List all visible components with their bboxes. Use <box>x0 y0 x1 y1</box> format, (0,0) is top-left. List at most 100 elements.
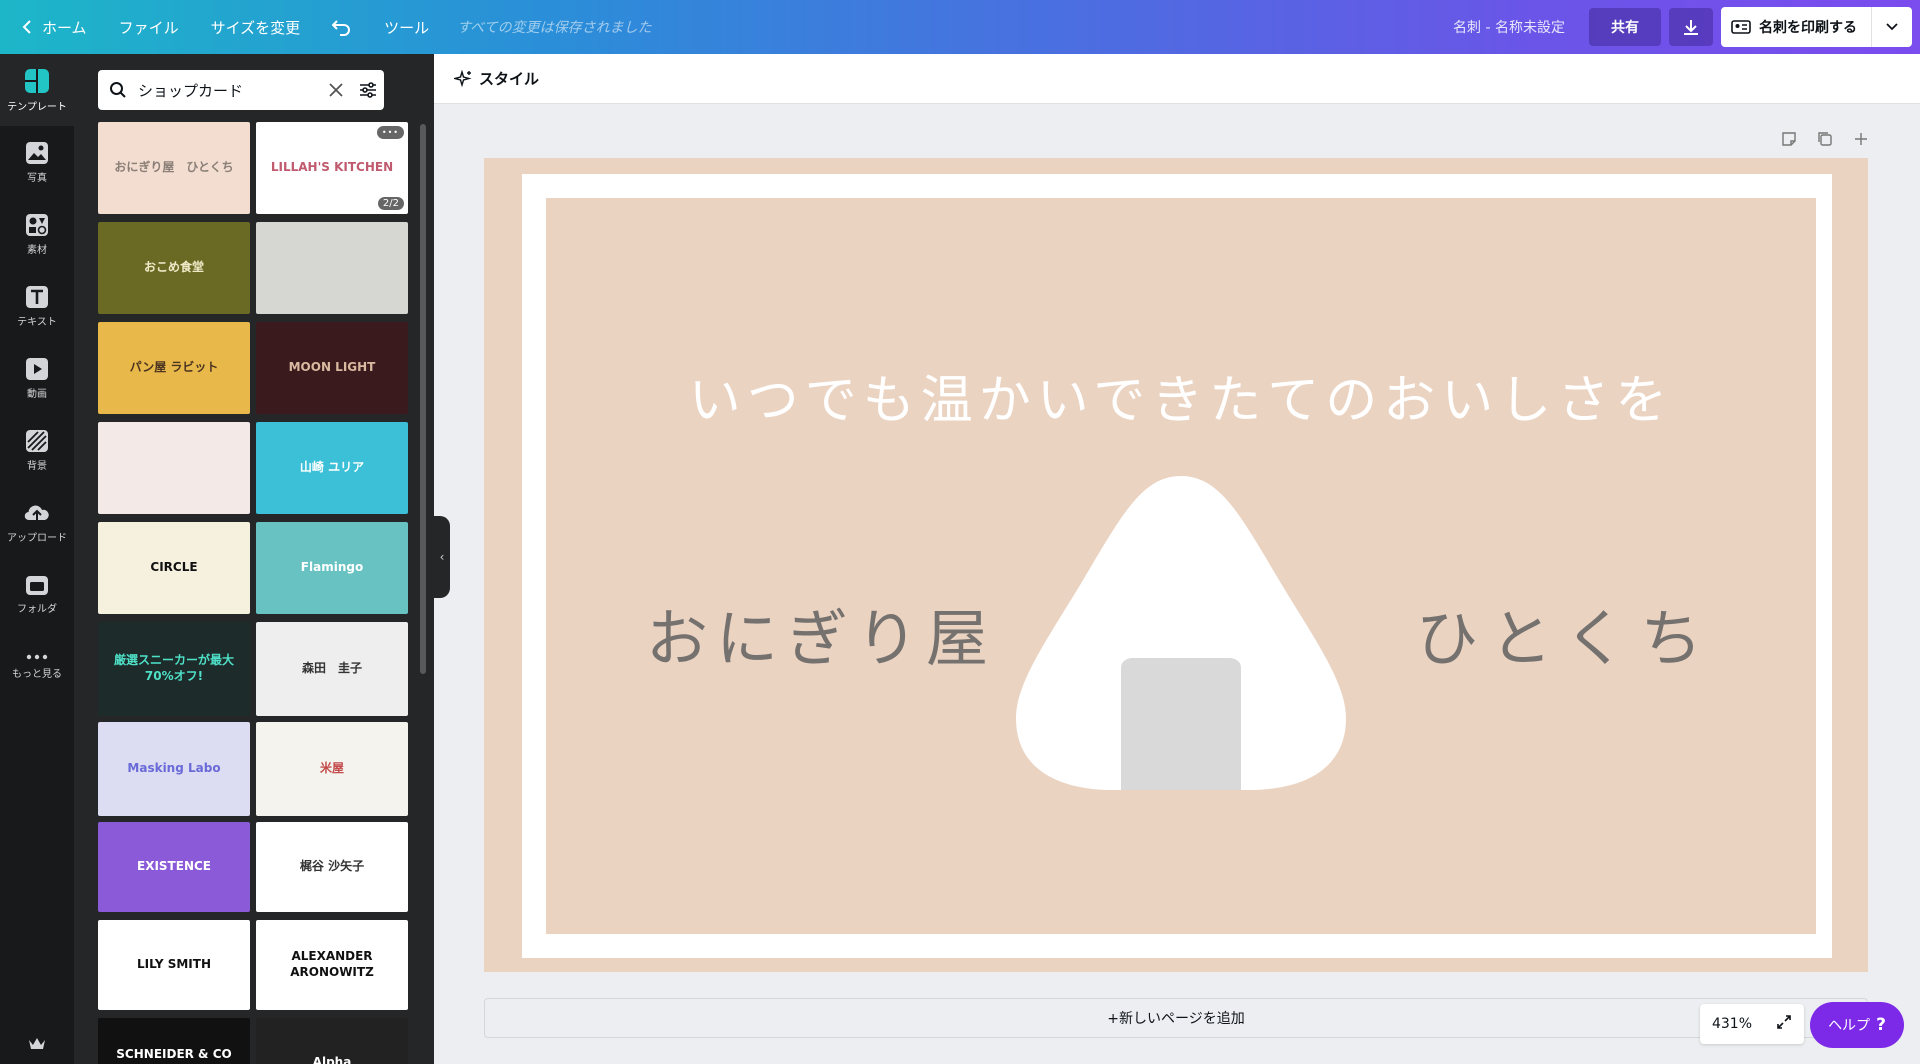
rail-item-video[interactable]: 動画 <box>0 342 74 414</box>
chevron-left-icon: ‹ <box>439 550 445 564</box>
close-icon <box>329 83 343 97</box>
undo-icon <box>332 20 351 36</box>
home-button[interactable]: ホーム <box>0 0 103 54</box>
rail-label: テキスト <box>17 316 57 328</box>
clear-search-button[interactable] <box>320 83 352 97</box>
template-card[interactable]: LILY SMITH <box>98 920 250 1010</box>
template-title: 厳選スニーカーが最大70%オフ! <box>113 653 234 683</box>
template-card[interactable]: Alpha <box>256 1018 408 1064</box>
expand-icon <box>1777 1015 1791 1029</box>
rail-label: アップロード <box>7 532 67 544</box>
elements-icon <box>26 213 48 236</box>
filter-button[interactable] <box>352 82 384 98</box>
rail-item-elements[interactable]: 素材 <box>0 198 74 270</box>
rail-label: 動画 <box>27 388 47 400</box>
template-card[interactable]: LILLAH'S KITCHEN 2/2 ••• <box>256 122 408 214</box>
fullscreen-button[interactable] <box>1776 1014 1792 1034</box>
resize-menu[interactable]: サイズを変更 <box>195 0 317 54</box>
template-card[interactable] <box>256 222 408 314</box>
template-card[interactable]: 梶谷 沙矢子 <box>256 822 408 912</box>
more-options-icon[interactable]: ••• <box>376 126 404 139</box>
card-background[interactable]: いつでも温かいできたてのおいしさを おにぎり屋 ひとくち <box>546 198 1816 934</box>
shop-name-right[interactable]: ひとくち <box>1416 588 1716 678</box>
print-options-button[interactable] <box>1872 7 1912 47</box>
template-title: EXISTENCE <box>137 859 211 874</box>
download-icon <box>1684 20 1698 35</box>
card-icon <box>1731 20 1751 34</box>
template-title: 森田 圭子 <box>301 661 362 676</box>
template-title: おにぎり屋 ひとくち <box>114 160 234 175</box>
top-bar: ホーム ファイル サイズを変更 ツール すべての変更は保存されました 名刺 - … <box>0 0 1920 54</box>
shop-name-left[interactable]: おにぎり屋 <box>646 588 996 678</box>
upload-icon <box>24 505 49 522</box>
rail-item-photos[interactable]: 写真 <box>0 126 74 198</box>
template-card[interactable]: CIRCLE <box>98 522 250 614</box>
search-input[interactable] <box>138 81 320 99</box>
template-title: LILY SMITH <box>136 957 212 972</box>
template-card[interactable]: おこめ食堂 <box>98 222 250 314</box>
template-card[interactable]: おにぎり屋 ひとくち <box>98 122 250 214</box>
template-card[interactable]: 米屋 <box>256 722 408 816</box>
zoom-control: 431% <box>1700 1004 1804 1044</box>
chevron-down-icon <box>1886 23 1898 31</box>
panel-scrollbar[interactable] <box>420 124 426 674</box>
template-title: Alpha <box>312 1055 352 1064</box>
page-notes-button[interactable] <box>1778 128 1800 150</box>
template-title: Masking Labo <box>127 761 221 776</box>
help-button[interactable]: ヘルプ? <box>1810 1002 1904 1048</box>
tools-menu[interactable]: ツール <box>368 0 445 54</box>
template-card[interactable]: 森田 圭子 <box>256 622 408 716</box>
duplicate-icon <box>1818 132 1832 146</box>
template-card[interactable]: 厳選スニーカーが最大70%オフ! <box>98 622 250 716</box>
template-title: CIRCLE <box>150 560 198 575</box>
tagline-text[interactable]: いつでも温かいできたてのおいしさを <box>546 358 1816 433</box>
white-border[interactable]: いつでも温かいできたてのおいしさを おにぎり屋 ひとくち <box>522 174 1832 958</box>
document-name[interactable]: 名刺 - 名称未設定 <box>1453 17 1565 37</box>
template-card[interactable]: パン屋 ラビット <box>98 322 250 414</box>
collapse-panel-button[interactable]: ‹ <box>434 516 450 598</box>
template-title: MOON LIGHT <box>288 360 376 375</box>
share-button[interactable]: 共有 <box>1589 8 1661 46</box>
design-canvas[interactable]: いつでも温かいできたてのおいしさを おにぎり屋 ひとくち <box>484 158 1868 972</box>
template-title: ALEXANDER ARONOWITZ <box>290 949 374 979</box>
sparkle-icon <box>454 69 472 87</box>
upgrade-button[interactable] <box>0 1036 74 1052</box>
rail-item-folders[interactable]: フォルダ <box>0 558 74 630</box>
rail-label: 写真 <box>27 172 47 184</box>
plus-icon <box>1855 133 1867 145</box>
template-title: パン屋 ラビット <box>129 360 219 375</box>
zoom-level[interactable]: 431% <box>1712 1016 1752 1032</box>
rail-item-text[interactable]: テキスト <box>0 270 74 342</box>
template-card[interactable]: EXISTENCE <box>98 822 250 912</box>
template-card[interactable]: Flamingo <box>256 522 408 614</box>
rail-label: テンプレート <box>7 101 67 113</box>
file-menu[interactable]: ファイル <box>103 0 195 54</box>
rail-item-upload[interactable]: アップロード <box>0 486 74 558</box>
template-title: おこめ食堂 <box>143 260 204 275</box>
save-status: すべての変更は保存されました <box>457 20 652 36</box>
note-icon <box>1782 132 1796 146</box>
add-page-icon-button[interactable] <box>1850 128 1872 150</box>
rail-item-background[interactable]: 背景 <box>0 414 74 486</box>
template-card[interactable]: 山崎 ユリア <box>256 422 408 514</box>
template-title: Flamingo <box>300 560 364 575</box>
duplicate-page-button[interactable] <box>1814 128 1836 150</box>
editor-toolbar: スタイル <box>434 54 1920 104</box>
text-icon <box>26 285 48 308</box>
template-card[interactable] <box>98 422 250 514</box>
chevron-left-icon <box>22 20 31 34</box>
styles-button[interactable]: スタイル <box>454 68 539 89</box>
add-new-page-button[interactable]: +新しいページを追加 <box>484 998 1868 1038</box>
print-business-card-button[interactable]: 名刺を印刷する <box>1721 7 1912 47</box>
template-card[interactable]: Masking Labo <box>98 722 250 816</box>
download-button[interactable] <box>1669 8 1713 46</box>
template-card[interactable]: MOON LIGHT <box>256 322 408 414</box>
rail-item-templates[interactable]: テンプレート <box>0 54 74 126</box>
rail-item-more[interactable]: もっと見る <box>0 630 74 702</box>
template-card[interactable]: SCHNEIDER & CO INTERIORS <box>98 1018 250 1064</box>
onigiri-graphic[interactable] <box>1016 468 1346 798</box>
template-card[interactable]: ALEXANDER ARONOWITZ <box>256 920 408 1010</box>
undo-button[interactable] <box>316 0 368 54</box>
help-label: ヘルプ <box>1828 1018 1871 1034</box>
search-bar <box>98 70 384 110</box>
